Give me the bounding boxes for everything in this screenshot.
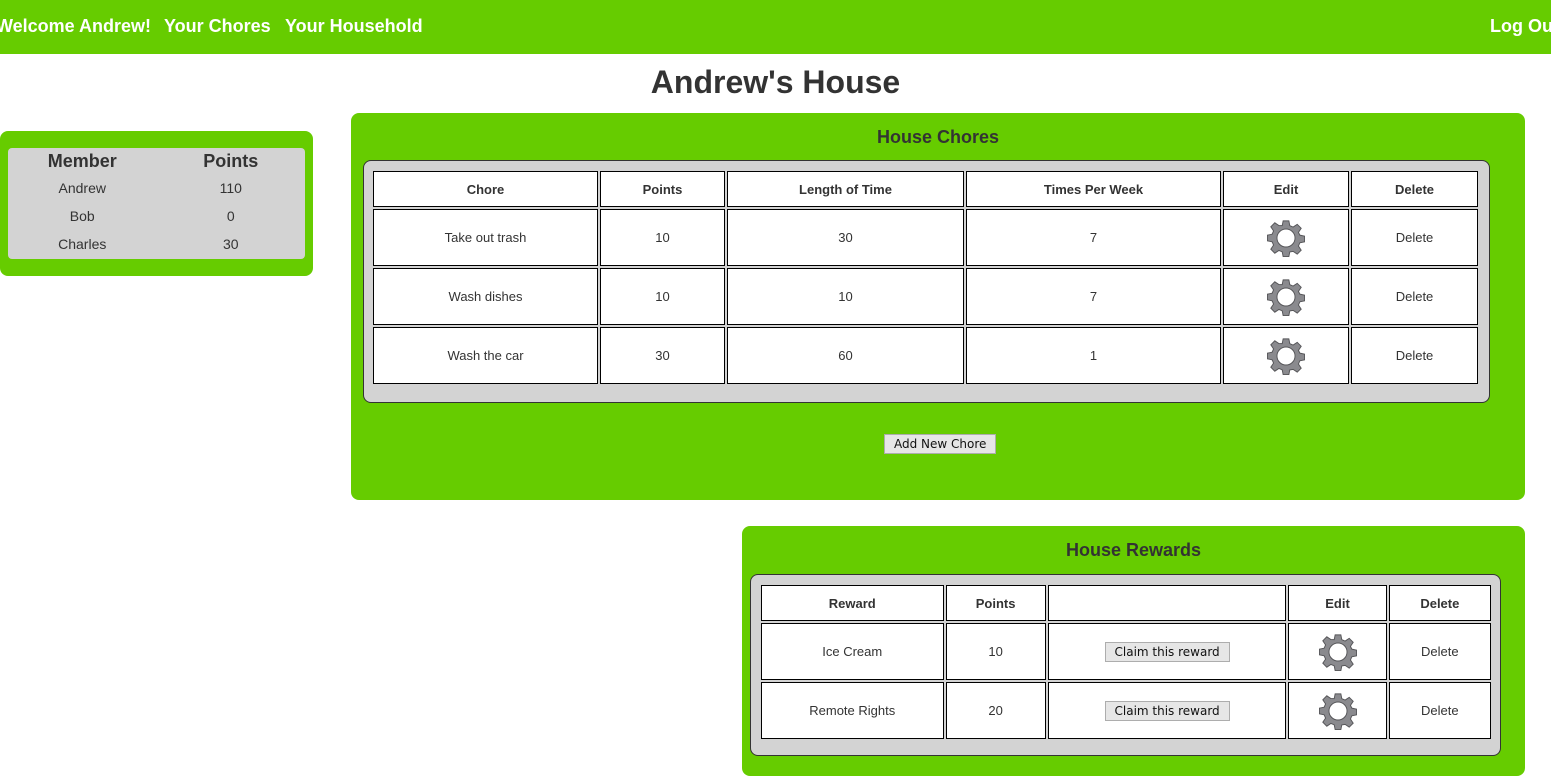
chore-row: Wash the car 30 60 1 Delete — [373, 327, 1478, 384]
times-per-week-column-header: Times Per Week — [966, 171, 1221, 207]
delete-column-header: Delete — [1388, 585, 1491, 621]
page-title: Andrew's House — [650, 64, 901, 100]
chore-times-per-week: 7 — [966, 268, 1221, 325]
chore-times-per-week: 7 — [966, 209, 1221, 266]
chore-edit-cell — [1223, 327, 1349, 384]
nav-welcome[interactable]: Welcome Andrew! — [0, 16, 151, 37]
gear-icon[interactable] — [1267, 278, 1305, 316]
top-navbar: Welcome Andrew! Your Chores Your Househo… — [0, 0, 1551, 54]
chore-points: 30 — [600, 327, 725, 384]
chore-delete-link[interactable]: Delete — [1351, 209, 1478, 266]
chore-edit-cell — [1223, 209, 1349, 266]
member-column-header: Member — [47, 150, 117, 171]
rewards-header-row: Reward Points Edit Delete — [761, 585, 1491, 621]
claim-column-header — [1047, 585, 1287, 621]
reward-points: 20 — [945, 682, 1046, 739]
chore-row: Wash dishes 10 10 7 Delete — [373, 268, 1478, 325]
member-points: 110 — [219, 180, 242, 196]
member-row: Charles 30 — [8, 230, 305, 258]
chore-row: Take out trash 10 30 7 Delete — [373, 209, 1478, 266]
edit-column-header: Edit — [1223, 171, 1349, 207]
member-name: Bob — [69, 208, 95, 224]
house-rewards-title: House Rewards — [1065, 540, 1202, 560]
member-row: Bob 0 — [8, 202, 305, 230]
edit-column-header: Edit — [1288, 585, 1387, 621]
reward-name: Ice Cream — [761, 623, 944, 680]
reward-claim-cell: Claim this reward — [1047, 682, 1287, 739]
length-column-header: Length of Time — [727, 171, 964, 207]
delete-column-header: Delete — [1351, 171, 1478, 207]
nav-logout[interactable]: Log Out — [1490, 16, 1551, 37]
member-points: 0 — [226, 208, 235, 224]
reward-edit-cell — [1288, 623, 1387, 680]
claim-reward-button[interactable]: Claim this reward — [1104, 700, 1230, 721]
points-column-header: Points — [203, 150, 259, 171]
member-points: 30 — [222, 236, 239, 252]
nav-your-household[interactable]: Your Household — [285, 16, 423, 37]
members-header-row: Member Points — [8, 148, 305, 174]
gear-icon[interactable] — [1267, 337, 1305, 375]
points-column-header: Points — [600, 171, 725, 207]
chores-header-row: Chore Points Length of Time Times Per We… — [373, 171, 1478, 207]
reward-row: Ice Cream 10 Claim this reward Delete — [761, 623, 1491, 680]
member-row: Andrew 110 — [8, 174, 305, 202]
reward-points: 10 — [945, 623, 1046, 680]
chore-name: Wash the car — [373, 327, 598, 384]
claim-reward-button[interactable]: Claim this reward — [1104, 641, 1230, 662]
chore-length: 30 — [727, 209, 964, 266]
reward-column-header: Reward — [761, 585, 944, 621]
reward-edit-cell — [1288, 682, 1387, 739]
chore-length: 10 — [727, 268, 964, 325]
gear-icon[interactable] — [1318, 633, 1357, 671]
reward-name: Remote Rights — [761, 682, 944, 739]
chore-points: 10 — [600, 209, 725, 266]
chore-edit-cell — [1223, 268, 1349, 325]
chore-delete-link[interactable]: Delete — [1351, 268, 1478, 325]
house-chores-title: House Chores — [876, 127, 1000, 147]
add-new-chore-button[interactable]: Add New Chore — [884, 434, 997, 454]
reward-delete-link[interactable]: Delete — [1388, 623, 1491, 680]
nav-your-chores[interactable]: Your Chores — [164, 16, 271, 37]
points-column-header: Points — [945, 585, 1046, 621]
gear-icon[interactable] — [1318, 692, 1357, 730]
chores-table: Chore Points Length of Time Times Per We… — [371, 169, 1480, 386]
chore-length: 60 — [727, 327, 964, 384]
chore-column-header: Chore — [373, 171, 598, 207]
chore-name: Wash dishes — [373, 268, 598, 325]
chore-delete-link[interactable]: Delete — [1351, 327, 1478, 384]
reward-row: Remote Rights 20 Claim this reward Delet… — [761, 682, 1491, 739]
chore-times-per-week: 1 — [966, 327, 1221, 384]
reward-claim-cell: Claim this reward — [1047, 623, 1287, 680]
rewards-table: Reward Points Edit Delete Ice Cream 10 C… — [759, 583, 1493, 741]
members-table: Member Points Andrew 110 Bob 0 Charles 3… — [8, 148, 305, 258]
member-name: Charles — [58, 236, 107, 252]
member-name: Andrew — [58, 180, 106, 196]
chore-points: 10 — [600, 268, 725, 325]
members-table-container: Member Points Andrew 110 Bob 0 Charles 3… — [8, 148, 305, 259]
reward-delete-link[interactable]: Delete — [1388, 682, 1491, 739]
gear-icon[interactable] — [1267, 219, 1305, 257]
chore-name: Take out trash — [373, 209, 598, 266]
